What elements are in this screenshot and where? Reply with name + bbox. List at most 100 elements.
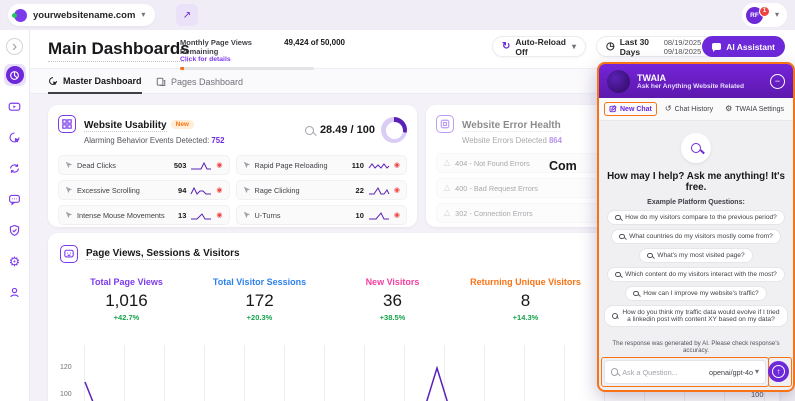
quota-details-link[interactable]: Click for details — [180, 56, 345, 63]
row-label: U-Turns — [254, 210, 281, 220]
record-icon[interactable]: ◉ — [216, 162, 222, 169]
new-badge: New — [170, 120, 194, 129]
usability-donut — [381, 117, 407, 143]
panel-input-row: openai/gpt-4o ▾ ↑ — [599, 357, 793, 387]
search-emblem — [681, 133, 711, 163]
question-chip[interactable]: What's my most visited page? — [639, 248, 753, 263]
y-axis-tick: 120 — [60, 364, 72, 371]
usability-row-dead-clicks[interactable]: Dead Clicks 503 ◉ — [58, 155, 230, 175]
twaia-avatar — [607, 69, 630, 93]
send-arrow-icon: ↑ — [772, 365, 785, 378]
usability-row-rage-clicking[interactable]: Rage Clicking 22 ◉ — [235, 180, 407, 200]
tab-label: New Chat — [620, 105, 652, 113]
tab-master-dashboard[interactable]: Master Dashboard — [48, 69, 142, 94]
clock-icon: ◷ — [606, 40, 615, 52]
row-label: Rapid Page Reloading — [254, 160, 328, 170]
panel-header: TWAIA Ask her Anything Website Related − — [599, 64, 793, 98]
user-menu[interactable]: RF 1 ▾ — [741, 3, 787, 27]
usability-rows: Dead Clicks 503 ◉ Rapid Page Reloading 1… — [58, 155, 407, 225]
usability-row-u-turns[interactable]: U-Turns 10 ◉ — [235, 205, 407, 225]
sidebar-item-profile[interactable] — [4, 281, 26, 303]
ai-assistant-button[interactable]: AI Assistant — [702, 36, 785, 57]
question-chip[interactable]: How do my visitors compare to the previo… — [607, 210, 785, 225]
error-type-icon: △ — [444, 183, 451, 192]
pages-tab-icon — [156, 77, 166, 86]
chevron-down-icon: ▾ — [754, 367, 759, 376]
gear-icon: ⚙ — [725, 104, 733, 113]
tab-new-chat[interactable]: New Chat — [604, 102, 657, 116]
usability-row-intense-mouse[interactable]: Intense Mouse Movements 13 ◉ — [58, 205, 230, 225]
errors-count: 864 — [548, 136, 562, 145]
site-favicon-icon — [12, 8, 27, 22]
auto-reload-label: Auto-Reload Off — [515, 36, 566, 57]
sidebar-item-dashboard[interactable] — [3, 64, 26, 86]
tab-label: Pages Dashboard — [171, 76, 244, 87]
model-select[interactable]: openai/gpt-4o ▾ — [709, 368, 759, 377]
history-icon: ↺ — [664, 104, 672, 113]
sidebar-item-settings[interactable]: ⚙ — [4, 250, 26, 272]
error-widget-icon — [436, 115, 454, 133]
quota-label: Monthly Page Views Remaining — [180, 38, 252, 56]
auto-reload-select[interactable]: ↻ Auto-Reload Off ▾ — [492, 36, 586, 57]
row-value: 110 — [351, 160, 364, 170]
question-input-box: openai/gpt-4o ▾ — [604, 360, 766, 384]
error-subtitle: Website Errors Detected 864 — [462, 136, 562, 145]
sidebar-item-feedback[interactable] — [4, 188, 26, 210]
sidebar-collapse-button[interactable]: › — [6, 38, 23, 55]
question-text: Which content do my visitors interact wi… — [625, 271, 777, 278]
record-icon[interactable]: ◉ — [394, 162, 400, 169]
question-chip[interactable]: What countries do my visitors mostly com… — [611, 229, 781, 244]
person-icon — [10, 287, 19, 297]
usability-title: Website Usability — [84, 120, 167, 132]
open-site-button[interactable]: ↗ — [176, 4, 198, 26]
partially-hidden-text: Com — [549, 159, 577, 173]
range-label: Last 30 Days — [619, 36, 650, 57]
tab-chat-history[interactable]: ↺ Chat History — [661, 103, 717, 115]
zoom-icon[interactable] — [304, 125, 314, 135]
metric-delta: +38.5% — [379, 313, 406, 322]
ai-assistant-label: AI Assistant — [726, 41, 775, 52]
tab-twaia-settings[interactable]: ⚙ TWAIA Settings — [721, 103, 788, 115]
site-selector[interactable]: yourwebsitename.com ▾ — [8, 4, 156, 26]
question-chip[interactable]: Which content do my visitors interact wi… — [607, 267, 785, 282]
record-icon[interactable]: ◉ — [394, 212, 400, 219]
usability-row-rapid-reloading[interactable]: Rapid Page Reloading 110 ◉ — [235, 155, 407, 175]
new-chat-icon — [609, 105, 617, 113]
subtitle-text: Website Errors Detected — [462, 136, 547, 145]
send-button[interactable]: ↑ — [768, 361, 789, 382]
subtitle-text: Alarming Behavior Events Detected: — [84, 136, 210, 145]
record-icon[interactable]: ◉ — [216, 187, 222, 194]
metric-total-visitor-sessions: Total Visitor Sessions 172 +20.3% — [193, 277, 326, 322]
avatar: RF 1 — [745, 5, 770, 24]
sidebar-item-seo-check[interactable] — [4, 219, 26, 241]
question-input[interactable] — [622, 367, 706, 377]
record-icon[interactable]: ◉ — [394, 187, 400, 194]
usability-subtitle: Alarming Behavior Events Detected: 752 — [84, 136, 224, 145]
minimize-button[interactable]: − — [770, 73, 785, 89]
metric-new-visitors: New Visitors 36 +38.5% — [326, 277, 459, 322]
usability-row-excessive-scrolling[interactable]: Excessive Scrolling 94 ◉ — [58, 180, 230, 200]
assistant-tagline: Ask her Anything Website Related — [637, 82, 744, 90]
conversion-funnel-icon — [10, 163, 19, 173]
metric-value: 36 — [383, 291, 402, 310]
ai-disclaimer: The response was generated by AI. Please… — [612, 340, 780, 354]
top-bar: yourwebsitename.com ▾ ↗ RF 1 ▾ — [0, 0, 795, 30]
sidebar: › ⚙ — [0, 30, 30, 401]
tab-pages-dashboard[interactable]: Pages Dashboard — [156, 69, 243, 94]
search-icon — [633, 290, 640, 297]
search-icon — [690, 142, 702, 154]
cursor-icon — [243, 186, 250, 194]
assistant-name: TWAIA — [637, 72, 666, 83]
question-chip[interactable]: How can I improve my website's traffic? — [625, 286, 767, 301]
sidebar-item-recordings[interactable] — [4, 95, 26, 117]
quota-widget[interactable]: Monthly Page Views Remaining 49,424 of 5… — [180, 38, 345, 70]
sparkline — [191, 212, 212, 219]
external-link-icon: ↗ — [182, 9, 192, 21]
record-icon[interactable]: ◉ — [216, 212, 222, 219]
cursor-icon — [65, 161, 73, 169]
row-value: 94 — [178, 185, 187, 195]
sidebar-item-conversions[interactable] — [4, 157, 26, 179]
sidebar-item-click-tracking[interactable] — [4, 126, 26, 148]
question-chip[interactable]: How do you think my traffic data would e… — [604, 305, 788, 327]
question-text: What countries do my visitors mostly com… — [629, 233, 773, 240]
